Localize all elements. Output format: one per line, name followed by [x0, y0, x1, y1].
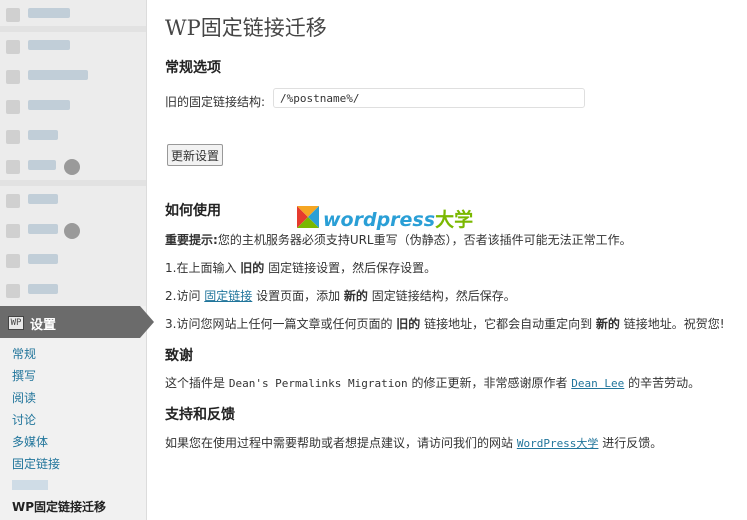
old-structure-label: 旧的固定链接结构:	[165, 95, 266, 109]
blurred-menu-area	[0, 0, 146, 306]
blurred-label	[28, 284, 58, 294]
submenu-blurred[interactable]	[12, 480, 48, 490]
submenu-writing[interactable]: 撰写	[12, 367, 36, 384]
submenu-reading[interactable]: 阅读	[12, 389, 36, 406]
menu-item-blurred[interactable]	[0, 152, 146, 182]
blurred-label	[28, 40, 70, 50]
note-label: 重要提示:	[165, 233, 218, 247]
step-3: 3.访问您网站上任何一篇文章或任何页面的 旧的 链接地址，它都会自动重定向到 新…	[165, 317, 725, 331]
permalinks-link[interactable]: 固定链接	[204, 289, 252, 303]
tools-icon	[6, 284, 20, 298]
note-text: 您的主机服务器必须支持URL重写（伪静态），否者该插件可能无法正常工作。	[217, 233, 632, 247]
dashboard-icon	[6, 8, 20, 22]
step-2: 2.访问 固定链接 设置页面，添加 新的 固定链接结构，然后保存。	[165, 289, 516, 303]
page-title: WP固定链接迁移	[165, 16, 327, 40]
menu-item-blurred[interactable]	[0, 246, 146, 276]
support-text: 如果您在使用过程中需要帮助或者想提点建议，请访问我们的网站 WordPress大…	[165, 436, 663, 450]
watermark-text: wordpress大学	[323, 209, 474, 231]
count-bubble	[64, 159, 80, 175]
blurred-label	[28, 224, 58, 234]
settings-label: 设置	[30, 318, 57, 333]
plugin-name: Dean's Permalinks Migration	[228, 377, 408, 390]
media-icon	[6, 100, 20, 114]
admin-sidebar: WP 设置 常规 撰写 阅读 讨论 多媒体 固定链接 WP固定链接迁移	[0, 0, 154, 520]
posts-icon	[6, 40, 20, 54]
blurred-label	[28, 254, 58, 264]
thanks-text: 这个插件是 Dean's Permalinks Migration 的修正更新，…	[165, 376, 701, 390]
menu-item-blurred[interactable]	[0, 32, 146, 62]
menu-item-settings[interactable]: WP 设置	[0, 306, 154, 338]
step-1: 1.在上面输入 旧的 固定链接设置，然后保存设置。	[165, 261, 437, 275]
submenu-media[interactable]: 多媒体	[12, 433, 48, 450]
update-settings-button[interactable]: 更新设置	[167, 144, 224, 166]
wordpress-daxue-link[interactable]: WordPress大学	[517, 437, 599, 450]
menu-item-blurred[interactable]	[0, 92, 146, 122]
blurred-label	[28, 8, 70, 18]
submenu-permalinks[interactable]: 固定链接	[12, 455, 60, 472]
old-structure-input[interactable]	[273, 88, 585, 108]
menu-item-blurred[interactable]	[0, 186, 146, 216]
menu-item-blurred[interactable]	[0, 216, 146, 246]
menu-item-blurred[interactable]	[0, 62, 146, 92]
blurred-label	[28, 194, 58, 204]
blurred-label	[28, 70, 88, 80]
wordpress-daxue-logo-icon	[297, 206, 319, 228]
submenu-general[interactable]: 常规	[12, 345, 36, 362]
author-link[interactable]: Dean Lee	[571, 377, 624, 390]
blurred-label	[28, 160, 56, 170]
blurred-label	[28, 100, 70, 110]
submenu-permalink-migration[interactable]: WP固定链接迁移	[12, 498, 106, 515]
general-options-heading: 常规选项	[165, 60, 221, 76]
important-note: 重要提示:您的主机服务器必须支持URL重写（伪静态），否者该插件可能无法正常工作…	[165, 231, 632, 248]
blurred-label	[28, 130, 58, 140]
links-icon	[6, 70, 20, 84]
pages-icon	[6, 130, 20, 144]
plugins-icon	[6, 224, 20, 238]
how-to-heading: 如何使用	[165, 203, 221, 219]
comments-icon	[6, 160, 20, 174]
menu-item-blurred[interactable]	[0, 122, 146, 152]
menu-item-blurred[interactable]	[0, 276, 146, 306]
thanks-heading: 致谢	[165, 348, 193, 364]
count-bubble	[64, 223, 80, 239]
users-icon	[6, 254, 20, 268]
submenu-discussion[interactable]: 讨论	[12, 411, 36, 428]
settings-icon: WP	[8, 316, 24, 330]
appearance-icon	[6, 194, 20, 208]
support-heading: 支持和反馈	[165, 407, 235, 423]
